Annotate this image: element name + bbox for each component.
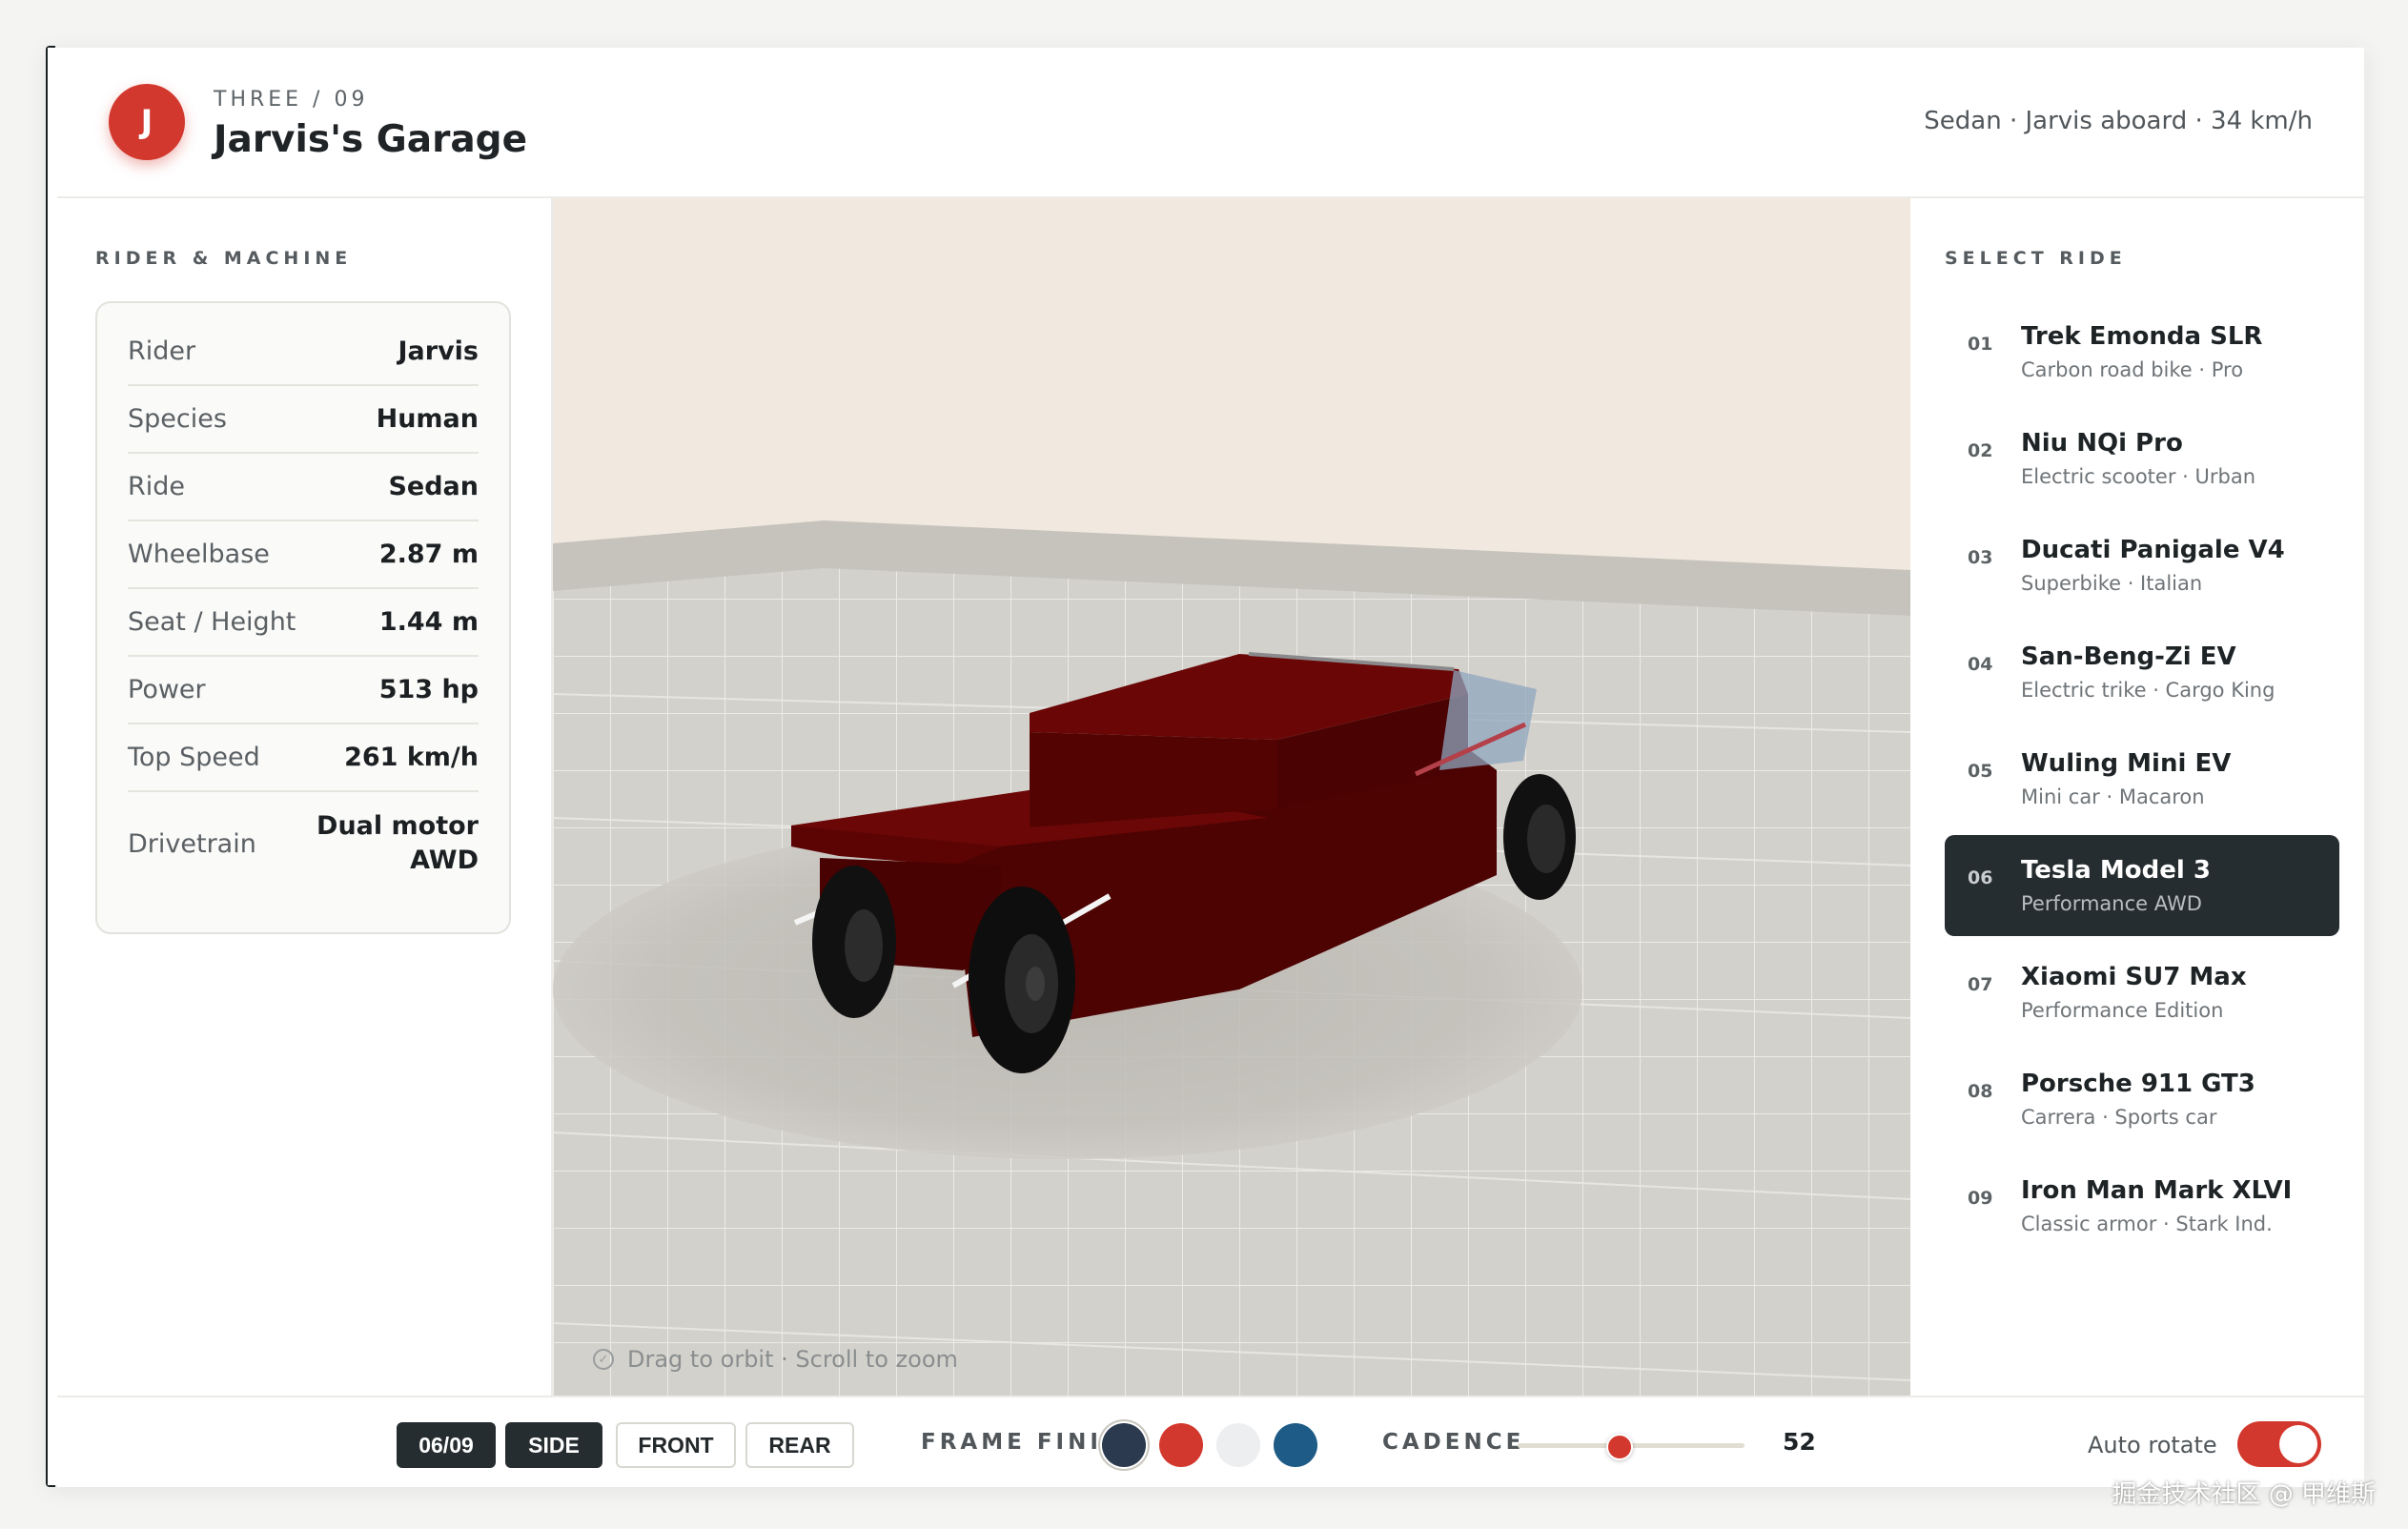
spec-key: Top Speed bbox=[128, 743, 260, 772]
rider-machine-panel: RIDER & MACHINE Rider Jarvis Species Hum… bbox=[57, 198, 553, 1396]
ride-subtitle: Electric trike · Cargo King bbox=[2021, 679, 2275, 702]
view-front-button[interactable]: FRONT bbox=[616, 1422, 736, 1468]
ride-name: San-Beng-Zi EV bbox=[2021, 642, 2236, 671]
check-circle-icon: ✓ bbox=[593, 1349, 614, 1370]
finish-swatch-blue[interactable] bbox=[1274, 1423, 1317, 1467]
rider-machine-label: RIDER & MACHINE bbox=[95, 248, 353, 269]
ride-item-selected[interactable]: 06 Tesla Model 3 Performance AWD bbox=[1945, 835, 2339, 936]
ride-item[interactable]: 03 Ducati Panigale V4 Superbike · Italia… bbox=[1945, 515, 2339, 616]
spec-key: Species bbox=[128, 404, 227, 434]
spec-value: 2.87 m bbox=[378, 539, 479, 569]
3d-viewport[interactable]: ✓ Drag to orbit · Scroll to zoom bbox=[553, 198, 1910, 1396]
watermark: 掘金技术社区 @ 甲维斯 bbox=[2112, 1480, 2376, 1509]
ride-number: 06 bbox=[1968, 867, 1993, 888]
header: J THREE / 09 Jarvis's Garage Sedan · Jar… bbox=[57, 48, 2364, 198]
view-rear-button[interactable]: REAR bbox=[745, 1422, 854, 1468]
ride-item[interactable]: 08 Porsche 911 GT3 Carrera · Sports car bbox=[1945, 1049, 2339, 1150]
spec-row-power: Power 513 hp bbox=[128, 657, 479, 724]
spec-row-drivetrain: Drivetrain Dual motor AWD bbox=[128, 792, 479, 895]
spec-value: 1.44 m bbox=[378, 606, 479, 637]
spec-value: Human bbox=[376, 403, 479, 434]
spec-key: Rider bbox=[128, 336, 196, 366]
finish-swatch-navy[interactable] bbox=[1102, 1423, 1146, 1467]
ride-number: 04 bbox=[1968, 654, 1993, 675]
ride-number: 09 bbox=[1968, 1188, 1993, 1209]
spec-row-seat-height: Seat / Height 1.44 m bbox=[128, 589, 479, 657]
ride-counter: 06/09 bbox=[397, 1422, 496, 1468]
garage-scene bbox=[553, 198, 1910, 1396]
wheel-rear-left-cap bbox=[1026, 967, 1045, 1001]
spec-value: 261 km/h bbox=[344, 742, 479, 772]
ride-list: 01 Trek Emonda SLR Carbon road bike · Pr… bbox=[1945, 301, 2339, 1262]
avatar: J bbox=[109, 84, 185, 160]
spec-row-top-speed: Top Speed 261 km/h bbox=[128, 724, 479, 792]
wheel-rear-right-hub bbox=[1527, 805, 1565, 873]
ride-subtitle: Carrera · Sports car bbox=[2021, 1106, 2217, 1129]
finish-swatch-red[interactable] bbox=[1159, 1423, 1203, 1467]
auto-rotate-toggle[interactable] bbox=[2237, 1421, 2321, 1467]
cadence-value: 52 bbox=[1783, 1428, 1816, 1456]
ride-name: Niu NQi Pro bbox=[2021, 429, 2183, 458]
ride-subtitle: Electric scooter · Urban bbox=[2021, 465, 2256, 488]
cadence-slider-thumb[interactable] bbox=[1605, 1434, 1633, 1460]
ride-subtitle: Performance AWD bbox=[2021, 892, 2202, 915]
ride-number: 02 bbox=[1968, 440, 1993, 461]
cadence-slider[interactable] bbox=[1518, 1434, 1745, 1460]
finish-swatch-white[interactable] bbox=[1216, 1423, 1260, 1467]
select-ride-panel: SELECT RIDE 01 Trek Emonda SLR Carbon ro… bbox=[1912, 198, 2364, 1396]
ride-item[interactable]: 02 Niu NQi Pro Electric scooter · Urban bbox=[1945, 408, 2339, 509]
spec-value: Dual motor AWD bbox=[316, 809, 479, 878]
ride-subtitle: Classic armor · Stark Ind. bbox=[2021, 1213, 2273, 1235]
ride-name: Porsche 911 GT3 bbox=[2021, 1070, 2255, 1098]
spec-row-wheelbase: Wheelbase 2.87 m bbox=[128, 521, 479, 589]
ride-item[interactable]: 07 Xiaomi SU7 Max Performance Edition bbox=[1945, 942, 2339, 1043]
spec-row-rider: Rider Jarvis bbox=[128, 318, 479, 386]
ride-name: Iron Man Mark XLVI bbox=[2021, 1176, 2293, 1205]
spec-row-species: Species Human bbox=[128, 386, 479, 454]
control-bar: 06/09 SIDE FRONT REAR FRAME FINISH CADEN… bbox=[57, 1396, 2364, 1487]
spec-key: Wheelbase bbox=[128, 540, 270, 569]
spec-value-line: Dual motor bbox=[316, 811, 479, 841]
ride-item[interactable]: 01 Trek Emonda SLR Carbon road bike · Pr… bbox=[1945, 301, 2339, 402]
spec-key: Seat / Height bbox=[128, 607, 296, 637]
spec-key: Drivetrain bbox=[128, 828, 256, 859]
spec-value: Sedan bbox=[388, 471, 479, 501]
header-eyebrow: THREE / 09 bbox=[214, 88, 369, 112]
spec-key: Ride bbox=[128, 472, 186, 501]
ride-subtitle: Carbon road bike · Pro bbox=[2021, 358, 2244, 381]
ride-item[interactable]: 04 San-Beng-Zi EV Electric trike · Cargo… bbox=[1945, 622, 2339, 723]
ride-subtitle: Mini car · Macaron bbox=[2021, 785, 2205, 808]
auto-rotate-label: Auto rotate bbox=[2088, 1432, 2217, 1458]
ride-number: 05 bbox=[1968, 761, 1993, 782]
spec-card: Rider Jarvis Species Human Ride Sedan Wh… bbox=[95, 301, 511, 934]
spec-value: 513 hp bbox=[378, 674, 479, 704]
view-side-button[interactable]: SIDE bbox=[505, 1422, 602, 1468]
ride-name: Ducati Panigale V4 bbox=[2021, 536, 2285, 564]
select-ride-label: SELECT RIDE bbox=[1945, 248, 2127, 269]
app-window: J THREE / 09 Jarvis's Garage Sedan · Jar… bbox=[48, 48, 2364, 1487]
toggle-knob bbox=[2279, 1425, 2317, 1463]
ride-subtitle: Performance Edition bbox=[2021, 999, 2224, 1022]
viewport-hint-text: Drag to orbit · Scroll to zoom bbox=[627, 1346, 958, 1373]
viewport-hint: ✓ Drag to orbit · Scroll to zoom bbox=[593, 1346, 958, 1373]
ride-number: 03 bbox=[1968, 547, 1993, 568]
spec-value: Jarvis bbox=[398, 336, 479, 366]
ride-name: Tesla Model 3 bbox=[2021, 856, 2211, 885]
ride-number: 01 bbox=[1968, 334, 1993, 355]
ride-item[interactable]: 09 Iron Man Mark XLVI Classic armor · St… bbox=[1945, 1155, 2339, 1256]
ride-number: 08 bbox=[1968, 1081, 1993, 1102]
ride-name: Xiaomi SU7 Max bbox=[2021, 963, 2247, 991]
ride-number: 07 bbox=[1968, 974, 1993, 995]
ride-name: Trek Emonda SLR bbox=[2021, 322, 2263, 351]
ride-item[interactable]: 05 Wuling Mini EV Mini car · Macaron bbox=[1945, 728, 2339, 829]
ride-subtitle: Superbike · Italian bbox=[2021, 572, 2203, 595]
wheel-front-left-hub bbox=[845, 909, 883, 982]
spec-value-line: AWD bbox=[410, 846, 479, 875]
cadence-label: CADENCE bbox=[1382, 1430, 1525, 1455]
spec-row-ride: Ride Sedan bbox=[128, 454, 479, 521]
page-title: Jarvis's Garage bbox=[214, 118, 528, 161]
spec-key: Power bbox=[128, 675, 206, 704]
ride-name: Wuling Mini EV bbox=[2021, 749, 2232, 778]
ride-status: Sedan · Jarvis aboard · 34 km/h bbox=[1924, 107, 2313, 135]
